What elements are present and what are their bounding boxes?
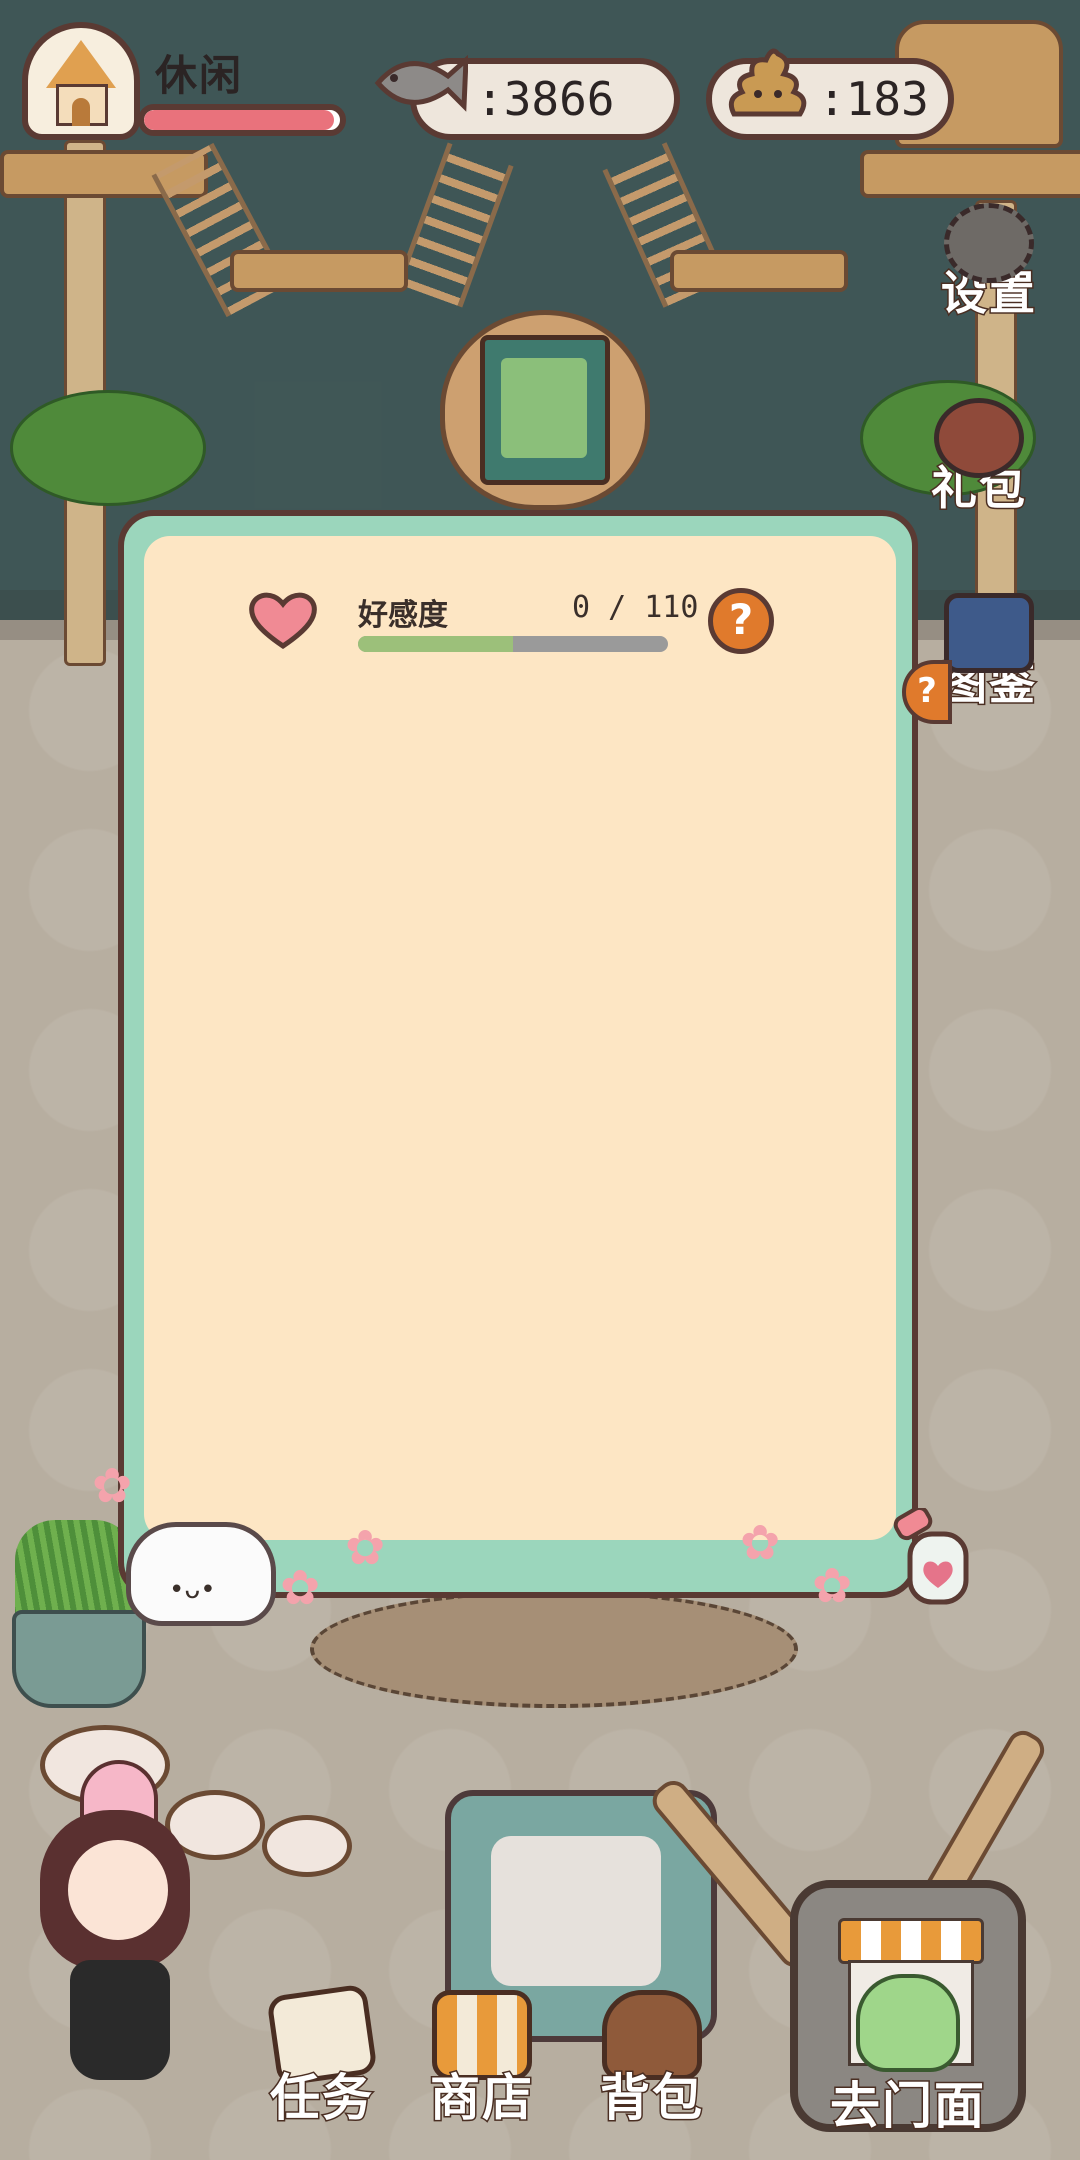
paw-print-icon: ✿ <box>740 1515 781 1571</box>
paw-print-icon: ✿ <box>280 1560 321 1616</box>
fish-icon <box>374 54 468 112</box>
paw-print-icon: ✿ <box>812 1558 853 1614</box>
affection-value: 0 / 110 <box>572 590 699 625</box>
affection-label: 好感度 <box>358 598 448 633</box>
frog-costume-cat-icon <box>856 1974 960 2072</box>
affection-help-button[interactable]: ? <box>708 588 774 654</box>
paw-print-icon: ✿ <box>92 1458 133 1514</box>
cat-status-label: 休闲 <box>155 51 244 100</box>
gear-icon <box>944 203 1034 283</box>
tasks-label: 任务 <box>269 2068 374 2129</box>
affection-progress-fill <box>358 636 513 652</box>
heart-bottle-icon <box>893 1508 969 1605</box>
affection-panel <box>144 536 896 1540</box>
poop-icon <box>728 48 807 117</box>
shopkeeper-girl[interactable] <box>40 1760 200 2120</box>
white-cat-mascot: •ᴗ• <box>126 1522 276 1626</box>
wall-shelf-right <box>860 150 1080 198</box>
shop-label: 商店 <box>429 2068 534 2129</box>
gift-bag-icon <box>934 398 1024 478</box>
poop-count: :183 <box>818 72 929 126</box>
cat-bed-cushion <box>491 1836 661 1986</box>
shop-button[interactable]: 商店 <box>422 1990 542 2129</box>
mood-bar <box>138 104 346 136</box>
house-door-icon <box>72 98 90 126</box>
house-roof-icon <box>46 40 116 88</box>
backpack-button[interactable]: 背包 <box>592 1990 712 2129</box>
go-storefront-label: 去门面 <box>829 2076 986 2137</box>
tasks-button[interactable]: 任务 <box>262 1983 382 2129</box>
affection-progress-bar <box>358 636 668 652</box>
album-cover-art <box>501 358 587 458</box>
gift-pack-button[interactable]: 礼包 <box>920 390 1038 517</box>
hanging-platform-right <box>670 250 848 292</box>
cat-album-book[interactable] <box>480 335 610 485</box>
girl-apron <box>70 1960 170 2080</box>
store-awning-icon <box>838 1918 984 1964</box>
book-icon <box>944 593 1034 673</box>
cat-face-icon: •ᴗ• <box>169 1575 216 1605</box>
hanging-platform-left <box>230 250 408 292</box>
backpack-label: 背包 <box>599 2068 704 2129</box>
hanging-plant-left <box>10 390 206 506</box>
heart-icon <box>249 592 317 650</box>
home-avatar-button[interactable] <box>22 22 140 140</box>
snack-bowl <box>262 1815 352 1877</box>
paw-print-icon: ✿ <box>345 1520 386 1576</box>
fish-count: :3866 <box>476 72 615 126</box>
girl-face <box>68 1840 168 1940</box>
go-storefront-button[interactable]: 去门面 <box>790 1880 1026 2137</box>
settings-button[interactable]: 设置 <box>930 195 1048 322</box>
floor-rug <box>310 1590 798 1708</box>
mood-bar-fill <box>144 110 335 130</box>
grass-pot <box>12 1610 146 1708</box>
